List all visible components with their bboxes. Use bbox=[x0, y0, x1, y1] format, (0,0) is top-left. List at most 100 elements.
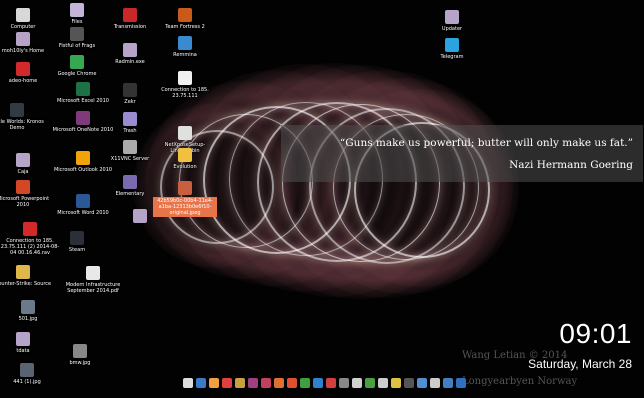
transmission-icon bbox=[123, 8, 137, 22]
desktop-icon-label: Modern Infrastructure September 2014.pdf bbox=[65, 282, 121, 294]
trash-icon bbox=[123, 112, 137, 126]
files-icon[interactable] bbox=[209, 378, 219, 388]
image-file-icon bbox=[73, 344, 87, 358]
image-file-icon bbox=[123, 175, 137, 189]
desktop-icon-label: Battle Worlds: Kronos Demo bbox=[0, 119, 44, 131]
desktop-icon-label: Steam bbox=[68, 247, 86, 253]
powerpoint-icon bbox=[16, 180, 30, 194]
image-viewer-icon[interactable] bbox=[417, 378, 427, 388]
document-icon[interactable] bbox=[378, 378, 388, 388]
desktop-icon[interactable]: Modern Infrastructure September 2014.pdf bbox=[61, 266, 125, 294]
remmina-icon bbox=[178, 36, 192, 50]
settings-icon[interactable] bbox=[300, 378, 310, 388]
gear-icon[interactable] bbox=[365, 378, 375, 388]
desktop-icon-label: Microsoft Outlook 2010 bbox=[53, 167, 113, 173]
skype-icon[interactable] bbox=[313, 378, 323, 388]
telegram-icon bbox=[445, 38, 459, 52]
remote-desktop-icon bbox=[16, 62, 30, 76]
vnc-icon bbox=[123, 140, 137, 154]
wallpaper-credit-place: Longyearbyen Norway bbox=[462, 376, 578, 387]
desktop-icon-label: Remmina bbox=[173, 52, 197, 58]
flag-icon[interactable] bbox=[287, 378, 297, 388]
desktop-icon[interactable]: Updater bbox=[420, 10, 484, 32]
desktop-icon-label: 441 (1).jpg bbox=[13, 379, 41, 385]
counter-strike-icon bbox=[16, 265, 30, 279]
pdf-file-icon bbox=[86, 266, 100, 280]
transmission-icon[interactable] bbox=[326, 378, 336, 388]
desktop-icon[interactable]: Microsoft Word 2010 bbox=[51, 194, 115, 216]
clock-date: Saturday, March 28 bbox=[528, 357, 632, 371]
desktop-icon-label: Team Fortress 2 bbox=[165, 24, 205, 30]
computer-icon bbox=[16, 8, 30, 22]
search-icon[interactable] bbox=[430, 378, 440, 388]
desktop-icon[interactable]: Microsoft Powerpoint 2010 bbox=[0, 180, 55, 208]
file-manager-icon bbox=[16, 153, 30, 167]
desktop-icon[interactable]: Telegram bbox=[420, 38, 484, 60]
mail-icon[interactable] bbox=[352, 378, 362, 388]
dash-icon[interactable] bbox=[183, 378, 193, 388]
calculator-icon[interactable] bbox=[339, 378, 349, 388]
bluetooth-icon[interactable] bbox=[456, 378, 466, 388]
desktop-icon-label: Microsoft Word 2010 bbox=[57, 210, 109, 216]
chrome-icon bbox=[70, 55, 84, 69]
desktop-icon[interactable]: 501.jpg bbox=[0, 300, 60, 322]
desktop-icon[interactable]: tdata bbox=[0, 332, 55, 354]
monitor-icon[interactable] bbox=[443, 378, 453, 388]
desktop-icon[interactable]: Steam bbox=[45, 231, 109, 253]
image-file-icon bbox=[21, 300, 35, 314]
desktop-icon-label: 501.jpg bbox=[18, 316, 38, 322]
outlook-icon bbox=[76, 151, 90, 165]
chrome-icon[interactable] bbox=[222, 378, 232, 388]
dock bbox=[180, 375, 466, 391]
powerpoint-icon[interactable] bbox=[274, 378, 284, 388]
desktop-icon[interactable]: bmw.jpg bbox=[48, 344, 112, 366]
desktop-icon[interactable]: Counter-Strike: Source bbox=[0, 265, 55, 287]
image-file-icon bbox=[20, 363, 34, 377]
image-file-icon bbox=[178, 181, 192, 195]
desktop-icon[interactable]: Battle Worlds: Kronos Demo bbox=[0, 103, 49, 131]
exe-file-icon bbox=[123, 43, 137, 57]
quote-text: “Guns make us powerful; butter will only… bbox=[339, 137, 633, 149]
terminal-icon[interactable] bbox=[404, 378, 414, 388]
desktop-icon-label: Radmin.exe bbox=[115, 59, 145, 65]
onenote-icon bbox=[76, 111, 90, 125]
desktop-icon[interactable]: Remmina bbox=[153, 36, 217, 58]
desktop-icon-label: Caja bbox=[17, 169, 29, 175]
debian-icon[interactable] bbox=[196, 378, 206, 388]
desktop-icon-label: 42b59b0c-00b4-11e4-a1ba-12313b0e6f10-ori… bbox=[153, 197, 217, 217]
desktop-icon-label: tdata bbox=[16, 348, 30, 354]
steam-icon bbox=[10, 103, 24, 117]
steam-icon bbox=[70, 231, 84, 245]
home-folder-icon bbox=[16, 32, 30, 46]
clock-time: 09:01 bbox=[559, 318, 632, 349]
updater-icon bbox=[445, 10, 459, 24]
teamviewer-icon[interactable] bbox=[248, 378, 258, 388]
desktop-icon[interactable]: Caja bbox=[0, 153, 55, 175]
word-icon bbox=[76, 194, 90, 208]
gimp-icon[interactable] bbox=[235, 378, 245, 388]
remote-desktop-icon bbox=[23, 222, 37, 236]
quote-panel: “Guns make us powerful; butter will only… bbox=[281, 125, 643, 182]
desktop-icon-label: adeo-home bbox=[8, 78, 38, 84]
desktop-icon-label: Counter-Strike: Source bbox=[0, 281, 52, 287]
desktop-icon-label: bmw.jpg bbox=[69, 360, 91, 366]
desktop-icon[interactable]: 441 (1).jpg bbox=[0, 363, 59, 385]
onenote-icon[interactable] bbox=[261, 378, 271, 388]
desktop-icon[interactable]: Evolution bbox=[153, 148, 217, 170]
desktop-icon[interactable]: Connection to 185. 23.75.111 bbox=[153, 71, 217, 99]
desktop-icon[interactable]: Team Fortress 2 bbox=[153, 8, 217, 30]
files-icon bbox=[70, 3, 84, 17]
binary-file-icon bbox=[178, 126, 192, 140]
quote-author: Nazi Hermann Goering bbox=[509, 159, 633, 171]
folder-icon bbox=[133, 209, 147, 223]
evolution-icon bbox=[178, 148, 192, 162]
steam-icon bbox=[70, 27, 84, 41]
document-file-icon bbox=[178, 71, 192, 85]
desktop-icon-label: Microsoft Powerpoint 2010 bbox=[0, 196, 50, 208]
desktop-icon-label: Google Chrome bbox=[57, 71, 97, 77]
desktop-icon-label: Connection to 185. 23.75.111 bbox=[161, 87, 209, 99]
folder-icon[interactable] bbox=[391, 378, 401, 388]
desktop-icon-label: Evolution bbox=[173, 164, 197, 170]
desktop-icon-label: Updater bbox=[441, 26, 463, 32]
desktop-icon[interactable]: 42b59b0c-00b4-11e4-a1ba-12313b0e6f10-ori… bbox=[153, 181, 217, 217]
